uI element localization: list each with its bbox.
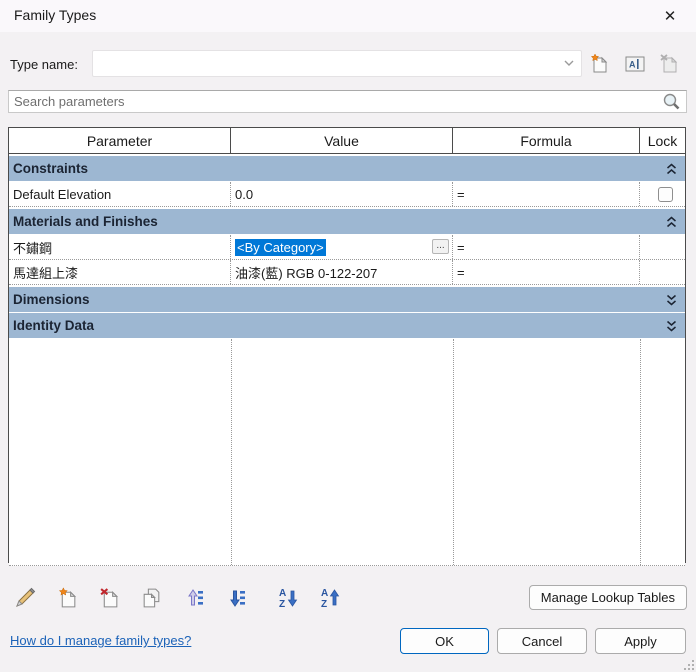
search-icon[interactable] xyxy=(661,92,682,113)
chevron-down-icon[interactable] xyxy=(563,59,575,67)
lock-cell xyxy=(640,235,685,259)
parameter-toolbar: A Z A Z xyxy=(10,584,346,612)
section-title: Dimensions xyxy=(9,292,90,307)
table-row-default-elevation: Default Elevation 0.0 = xyxy=(9,182,685,207)
double-chevron-down-icon[interactable] xyxy=(666,320,677,332)
browse-material-button[interactable]: ... xyxy=(432,239,449,254)
column-divider xyxy=(640,339,641,565)
new-type-icon xyxy=(588,53,610,75)
svg-text:Z: Z xyxy=(321,599,327,610)
sort-descending-button[interactable]: A Z xyxy=(316,584,346,612)
table-row-stainless-steel: 不鏽鋼 <By Category> ... = xyxy=(9,235,685,260)
value-cell[interactable]: 油漆(藍) RGB 0-122-207 xyxy=(231,260,453,284)
type-name-label: Type name: xyxy=(10,57,78,72)
new-type-button[interactable] xyxy=(586,51,612,77)
ok-button[interactable]: OK xyxy=(400,628,489,654)
column-header-parameter[interactable]: Parameter xyxy=(9,128,231,153)
double-chevron-up-icon[interactable] xyxy=(666,216,677,228)
section-header-identity-data[interactable]: Identity Data xyxy=(9,313,685,339)
parameter-name-cell[interactable]: Default Elevation xyxy=(9,182,231,206)
copy-parameter-icon xyxy=(140,587,163,610)
formula-cell[interactable]: = xyxy=(453,235,640,259)
search-input[interactable] xyxy=(14,93,644,110)
delete-type-icon xyxy=(658,53,680,75)
column-divider xyxy=(231,339,232,565)
table-header-row: Parameter Value Formula Lock xyxy=(9,128,685,154)
section-title: Constraints xyxy=(9,161,88,176)
manage-lookup-tables-button[interactable]: Manage Lookup Tables xyxy=(529,585,687,610)
column-header-lock[interactable]: Lock xyxy=(640,128,685,153)
move-down-icon xyxy=(223,586,247,610)
value-cell-editing[interactable]: <By Category> ... xyxy=(231,235,453,259)
formula-cell[interactable]: = xyxy=(453,260,640,284)
rename-type-button[interactable]: A xyxy=(622,51,648,77)
dialog-title: Family Types xyxy=(14,7,96,23)
sort-ascending-button[interactable]: A Z xyxy=(274,584,304,612)
section-title: Identity Data xyxy=(9,318,94,333)
delete-type-button[interactable] xyxy=(656,51,682,77)
copy-parameter-button[interactable] xyxy=(136,584,166,612)
close-icon: ✕ xyxy=(664,7,677,25)
table-empty-area xyxy=(9,339,685,566)
move-up-button[interactable] xyxy=(178,584,208,612)
parameters-table: Parameter Value Formula Lock Constraints… xyxy=(8,127,686,563)
column-header-value[interactable]: Value xyxy=(231,128,453,153)
cancel-button[interactable]: Cancel xyxy=(497,628,587,654)
section-title: Materials and Finishes xyxy=(9,214,158,229)
delete-parameter-button[interactable] xyxy=(94,584,124,612)
family-types-dialog: Family Types ✕ Type name: A xyxy=(0,0,696,672)
delete-parameter-icon xyxy=(98,587,121,610)
lock-checkbox[interactable] xyxy=(658,187,673,202)
resize-grip[interactable] xyxy=(682,658,694,670)
edit-parameter-button[interactable] xyxy=(10,584,40,612)
section-header-dimensions[interactable]: Dimensions xyxy=(9,287,685,313)
double-chevron-down-icon[interactable] xyxy=(666,294,677,306)
new-parameter-button[interactable] xyxy=(52,584,82,612)
formula-cell[interactable]: = xyxy=(453,182,640,206)
svg-text:Z: Z xyxy=(279,599,285,610)
parameter-name-cell[interactable]: 不鏽鋼 xyxy=(9,235,231,259)
help-link[interactable]: How do I manage family types? xyxy=(10,633,191,648)
close-button[interactable]: ✕ xyxy=(650,0,690,32)
column-divider xyxy=(453,339,454,565)
svg-text:A: A xyxy=(629,60,636,70)
edit-parameter-pencil-icon xyxy=(13,586,37,610)
apply-button[interactable]: Apply xyxy=(595,628,686,654)
parameter-name-cell[interactable]: 馬達組上漆 xyxy=(9,260,231,284)
svg-text:A: A xyxy=(279,588,286,599)
move-down-button[interactable] xyxy=(220,584,250,612)
svg-text:A: A xyxy=(321,588,328,599)
section-header-constraints[interactable]: Constraints xyxy=(9,156,685,182)
sort-descending-icon: A Z xyxy=(319,586,343,610)
type-name-input[interactable] xyxy=(95,53,553,74)
double-chevron-up-icon[interactable] xyxy=(666,163,677,175)
column-header-formula[interactable]: Formula xyxy=(453,128,640,153)
sort-ascending-icon: A Z xyxy=(277,586,301,610)
value-cell[interactable]: 0.0 xyxy=(231,182,453,206)
lock-cell xyxy=(640,182,685,206)
lock-cell xyxy=(640,260,685,284)
rename-type-icon: A xyxy=(624,53,646,75)
new-parameter-icon xyxy=(56,587,79,610)
search-box xyxy=(8,90,687,113)
title-bar: Family Types ✕ xyxy=(0,0,696,32)
table-row-motor-paint: 馬達組上漆 油漆(藍) RGB 0-122-207 = xyxy=(9,260,685,285)
type-name-combobox[interactable] xyxy=(92,50,582,77)
move-up-icon xyxy=(181,586,205,610)
selected-value-text: <By Category> xyxy=(235,239,326,256)
section-header-materials-and-finishes[interactable]: Materials and Finishes xyxy=(9,209,685,235)
